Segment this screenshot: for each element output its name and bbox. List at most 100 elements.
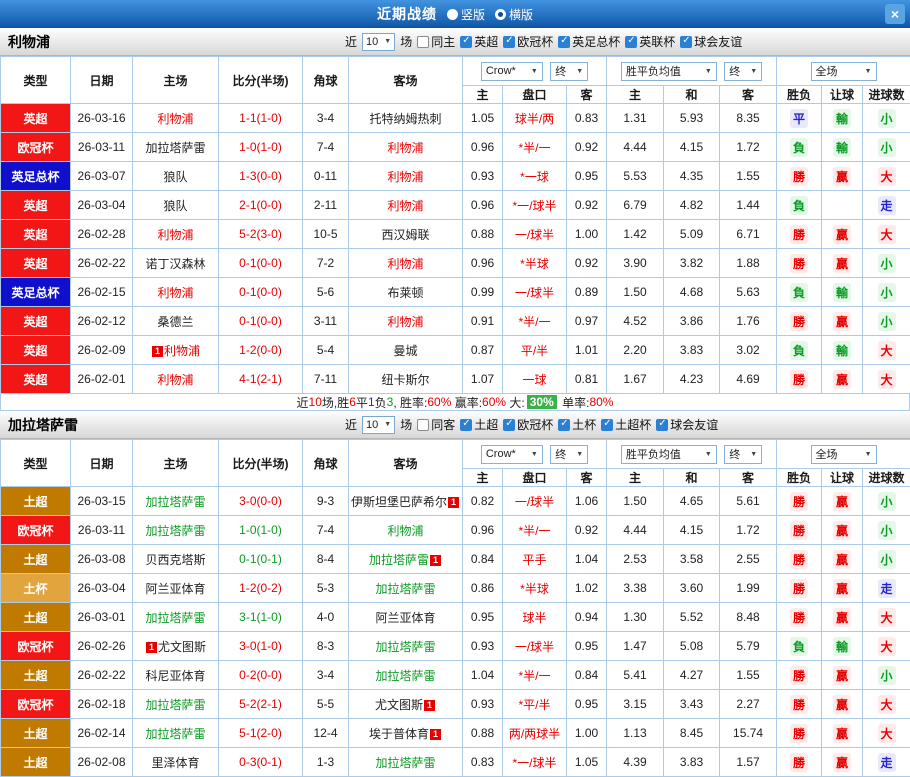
avg-away-odds: 15.74: [720, 719, 777, 748]
score-cell: 1-2(0-0): [219, 336, 303, 365]
league-filter[interactable]: 英联杯: [625, 33, 675, 50]
league-filter[interactable]: 土超杯: [601, 416, 651, 433]
score-cell: 1-3(0-0): [219, 162, 303, 191]
home-team-cell: 桑德兰: [133, 307, 219, 336]
avg-group-header: 胜平负均值▼ 终▼: [607, 440, 777, 469]
sub-header-avg-draw: 和: [664, 469, 720, 487]
league-filter[interactable]: 英超: [460, 33, 498, 50]
league-filter[interactable]: 英足总杯: [558, 33, 620, 50]
recent-count-select[interactable]: 10 ▼: [362, 33, 395, 51]
avg-away-odds: 1.72: [720, 516, 777, 545]
corners-cell: 4-0: [303, 603, 349, 632]
handicap-home-odds: 0.84: [463, 545, 503, 574]
avg-away-odds: 2.27: [720, 690, 777, 719]
same-venue-filter[interactable]: 同客: [417, 416, 455, 433]
avg-away-odds: 2.55: [720, 545, 777, 574]
odds-final-select[interactable]: 终▼: [550, 445, 588, 464]
result-pill: 負: [790, 341, 808, 360]
handicap-away-odds: 0.92: [567, 249, 607, 278]
close-button[interactable]: ×: [885, 4, 905, 24]
col-header-score: 比分(半场): [219, 57, 303, 104]
col-header-score: 比分(半场): [219, 440, 303, 487]
result-wdl-cell: 勝: [777, 365, 822, 394]
avg-draw-odds: 5.09: [664, 220, 720, 249]
match-date: 26-03-01: [71, 603, 133, 632]
avg-group-header: 胜平负均值▼ 终▼: [607, 57, 777, 86]
checkbox-icon: [417, 419, 429, 431]
avg-draw-odds: 3.58: [664, 545, 720, 574]
result-pill: 大: [878, 370, 896, 389]
checkbox-icon: [558, 419, 570, 431]
league-filter[interactable]: 欧冠杯: [503, 416, 553, 433]
fullmatch-select[interactable]: 全场▼: [811, 62, 877, 81]
result-wdl-cell: 勝: [777, 603, 822, 632]
result-handicap-cell: 輸: [822, 104, 863, 133]
team-name: 利物浦: [387, 141, 423, 155]
handicap-away-odds: 0.92: [567, 516, 607, 545]
team-name: 加拉塔萨雷: [375, 582, 435, 596]
handicap-away-odds: 0.89: [567, 278, 607, 307]
checkbox-icon: [460, 419, 472, 431]
result-handicap-cell: 贏: [822, 603, 863, 632]
checkbox-icon: [417, 36, 429, 48]
odds-final-select[interactable]: 终▼: [550, 62, 588, 81]
match-table-body: 土超26-03-15加拉塔萨雷3-0(0-0)9-3伊斯坦堡巴萨希尔10.82一…: [1, 487, 910, 777]
league-filter[interactable]: 欧冠杯: [503, 33, 553, 50]
match-row: 英超26-02-091利物浦1-2(0-0)5-4曼城0.87平/半1.012.…: [1, 336, 910, 365]
title-bar: 近期战绩 竖版 横版 ×: [0, 0, 910, 28]
summary-segment: 平: [356, 394, 368, 411]
avg-final-select[interactable]: 终▼: [724, 445, 762, 464]
result-goals-cell: 小: [863, 307, 910, 336]
home-team-cell: 利物浦: [133, 278, 219, 307]
team-name: 利物浦: [157, 112, 193, 126]
handicap-line: *一球: [503, 162, 567, 191]
radio-unselected-icon: [447, 9, 458, 20]
team-name: 利物浦: [387, 315, 423, 329]
fullmatch-select[interactable]: 全场▼: [811, 445, 877, 464]
result-pill: 贏: [833, 579, 851, 598]
corners-cell: 8-4: [303, 545, 349, 574]
league-badge: 欧冠杯: [1, 516, 71, 545]
match-date: 26-02-14: [71, 719, 133, 748]
match-date: 26-03-11: [71, 133, 133, 162]
col-header-date: 日期: [71, 57, 133, 104]
avg-select[interactable]: 胜平负均值▼: [621, 445, 717, 464]
avg-value: 胜平负均值: [626, 63, 681, 79]
odds-source-select[interactable]: Crow*▼: [481, 62, 543, 81]
league-badge: 土杯: [1, 574, 71, 603]
score-cell: 1-1(1-0): [219, 104, 303, 133]
corners-cell: 3-11: [303, 307, 349, 336]
result-goals-cell: 走: [863, 574, 910, 603]
league-filter[interactable]: 球会友谊: [680, 33, 742, 50]
handicap-line: *半/一: [503, 133, 567, 162]
handicap-away-odds: 0.84: [567, 661, 607, 690]
avg-away-odds: 1.76: [720, 307, 777, 336]
summary-segment: 1: [368, 395, 375, 409]
result-pill: 勝: [790, 167, 808, 186]
result-pill: 贏: [833, 550, 851, 569]
avg-away-odds: 1.88: [720, 249, 777, 278]
filters-bar: 近 10 ▼ 场 同客 土超欧冠杯土杯土超杯球会友谊: [345, 411, 718, 438]
layout-vertical-radio[interactable]: 竖版: [447, 6, 485, 23]
avg-home-odds: 1.42: [607, 220, 664, 249]
odds-source-select[interactable]: Crow*▼: [481, 445, 543, 464]
section-header-galatasaray: 加拉塔萨雷 近 10 ▼ 场 同客 土超欧冠杯土杯土超杯球会友谊: [0, 411, 910, 439]
avg-final-select[interactable]: 终▼: [724, 62, 762, 81]
home-team-cell: 科尼亚体育: [133, 661, 219, 690]
avg-home-odds: 3.38: [607, 574, 664, 603]
same-venue-filter[interactable]: 同主: [417, 33, 455, 50]
match-row: 土超26-03-01加拉塔萨雷3-1(1-0)4-0阿兰亚体育0.95球半0.9…: [1, 603, 910, 632]
fullmatch-group-header: 全场▼: [777, 440, 910, 469]
result-goals-cell: 小: [863, 249, 910, 278]
league-filter[interactable]: 土超: [460, 416, 498, 433]
league-filter[interactable]: 球会友谊: [656, 416, 718, 433]
chevron-down-icon: ▼: [705, 451, 712, 458]
recent-count-select[interactable]: 10 ▼: [362, 416, 395, 434]
result-pill: 小: [878, 312, 896, 331]
avg-away-odds: 5.61: [720, 487, 777, 516]
result-goals-cell: 小: [863, 661, 910, 690]
league-filter[interactable]: 土杯: [558, 416, 596, 433]
avg-select[interactable]: 胜平负均值▼: [621, 62, 717, 81]
layout-horizontal-radio[interactable]: 横版: [495, 6, 533, 23]
match-date: 26-02-18: [71, 690, 133, 719]
